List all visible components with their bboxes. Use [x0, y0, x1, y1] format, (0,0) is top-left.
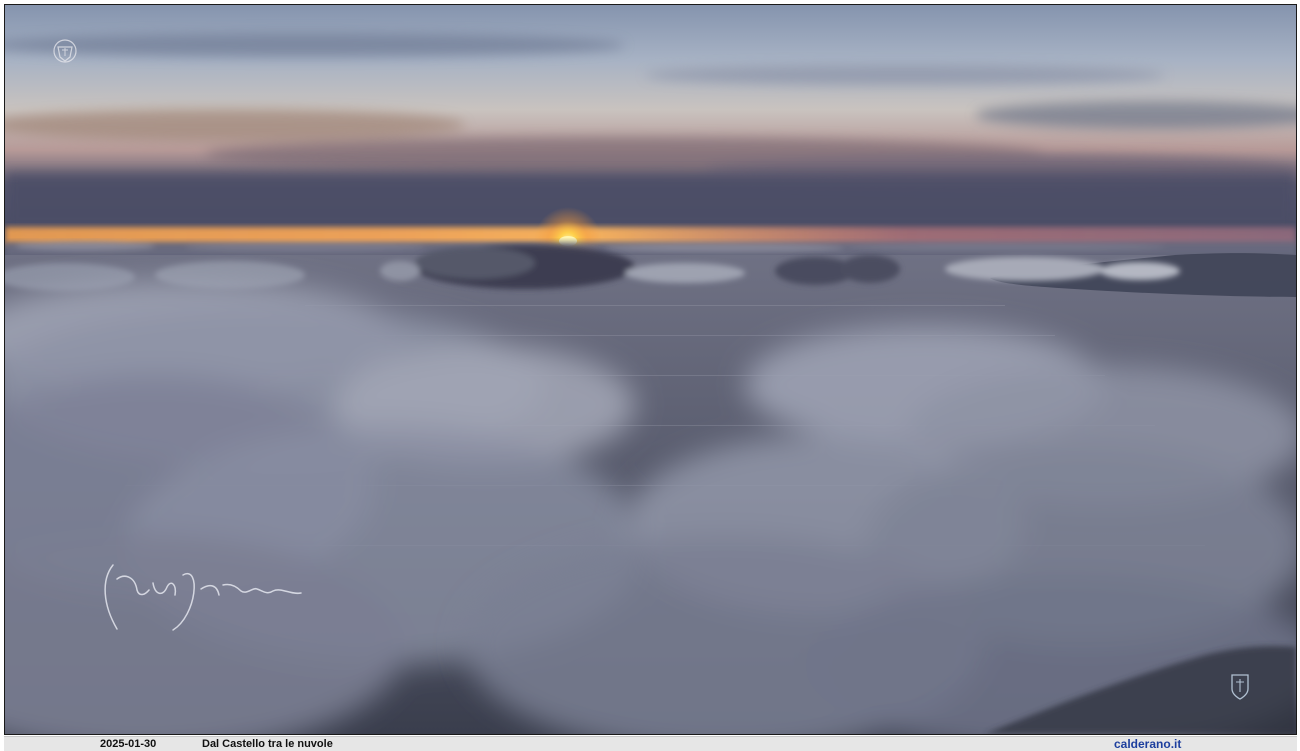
page-frame: 2025-01-30 Dal Castello tra le nuvole ca…: [0, 0, 1300, 751]
photo-scene: [5, 5, 1296, 734]
photo: [4, 4, 1297, 735]
caption-bar: 2025-01-30 Dal Castello tra le nuvole ca…: [4, 736, 1297, 751]
photo-title: Dal Castello tra le nuvole: [202, 738, 333, 750]
photo-date: 2025-01-30: [100, 738, 157, 750]
distant-cloud-line: [5, 241, 1296, 256]
site-link[interactable]: calderano.it: [1114, 737, 1181, 751]
dark-cloud-band: [5, 173, 1296, 231]
